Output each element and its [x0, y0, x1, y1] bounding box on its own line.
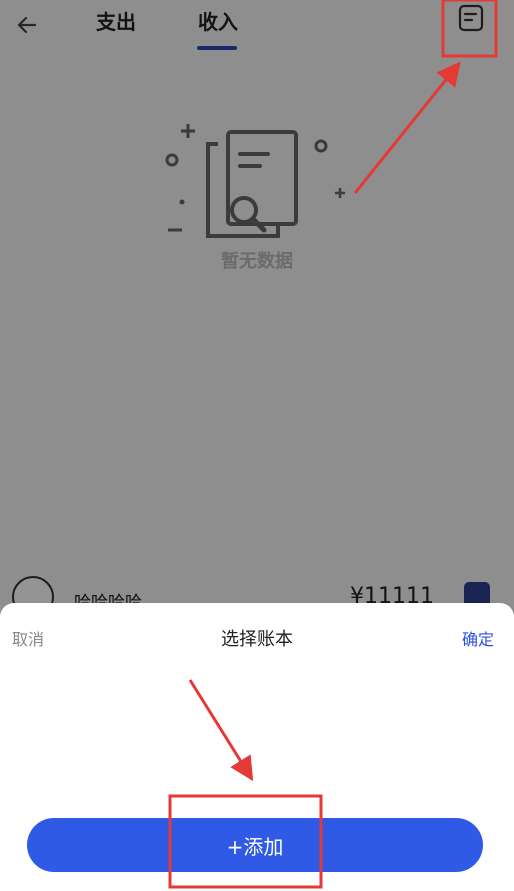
- add-button[interactable]: +添加: [27, 818, 483, 872]
- sheet-title: 选择账本: [221, 629, 293, 650]
- confirm-button[interactable]: 确定: [462, 626, 494, 650]
- select-ledger-sheet: 取消 选择账本 确定 +添加: [0, 603, 514, 891]
